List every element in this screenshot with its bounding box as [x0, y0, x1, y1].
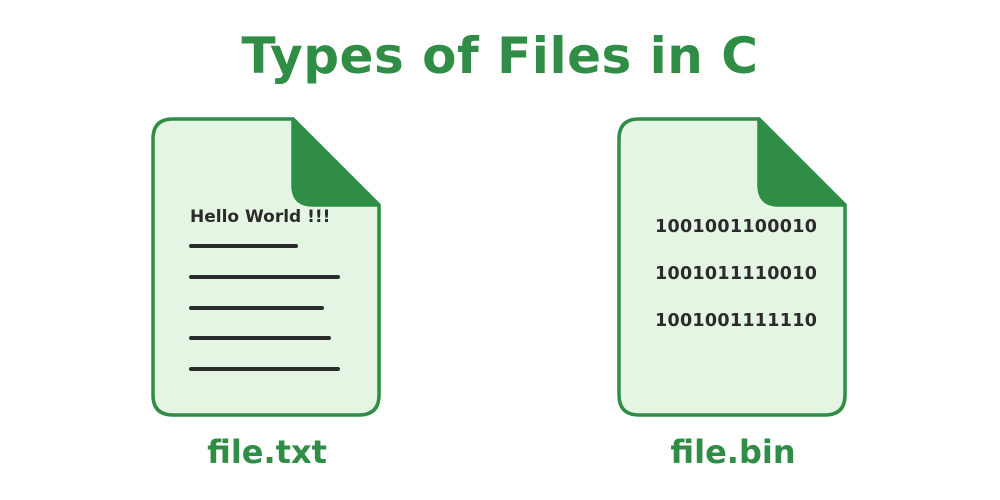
binary-line-1: 1001001100010	[655, 217, 818, 237]
text-document-icon	[151, 117, 381, 417]
text-file-name: file.txt	[207, 433, 327, 471]
folded-corner	[757, 117, 847, 207]
diagram-title: Types of Files in C	[241, 27, 759, 85]
binary-line-2: 1001011110010	[655, 264, 818, 284]
binary-line-3: 1001001111110	[655, 311, 818, 331]
folded-corner	[291, 117, 381, 207]
text-file-document: Hello World !!!	[151, 117, 383, 417]
binary-file-document: 1001001100010 1001011110010 100100111111…	[617, 117, 849, 417]
text-file-content-heading: Hello World !!!	[190, 207, 331, 227]
binary-file-name: file.bin	[670, 433, 796, 471]
